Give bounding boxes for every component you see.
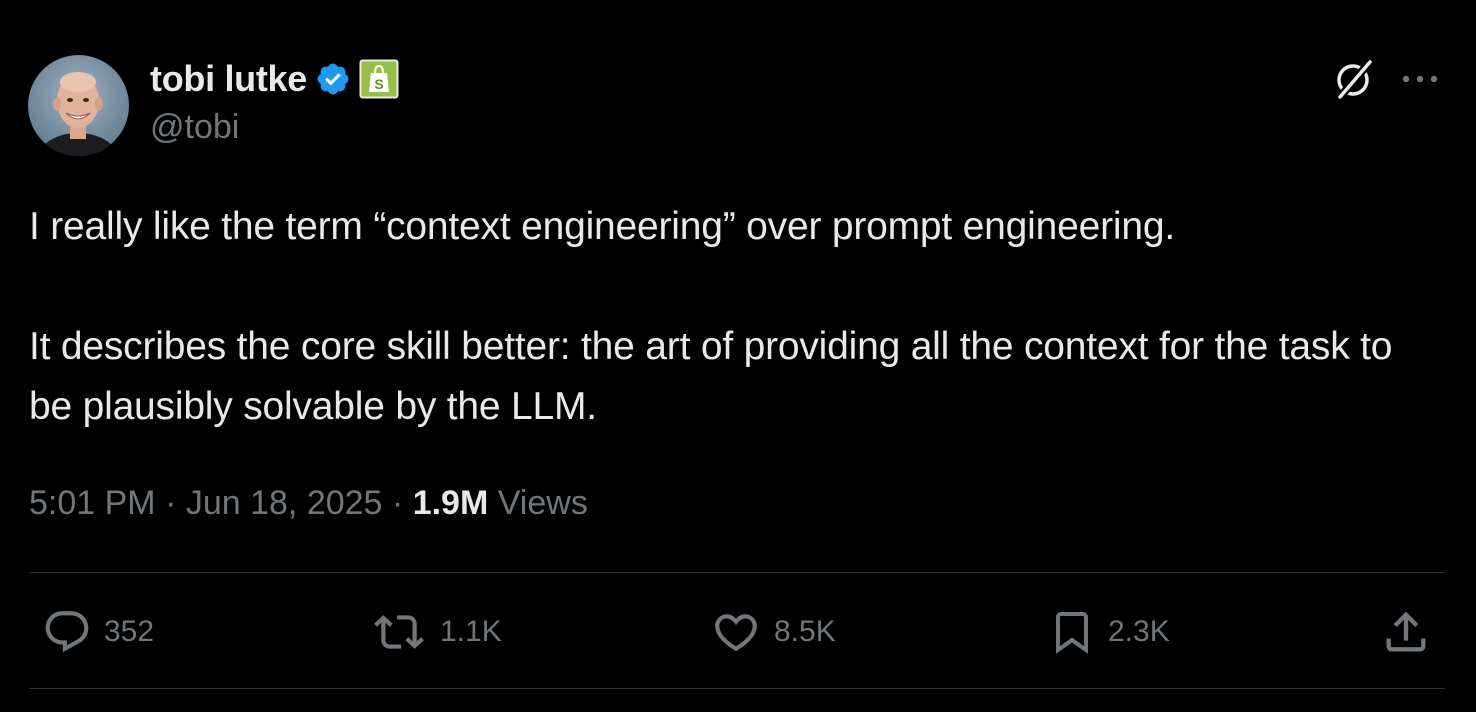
reply-count: 352 (104, 615, 155, 648)
display-name[interactable]: tobi lutke (150, 58, 307, 100)
tweet-paragraph-1: I really like the term “context engineer… (29, 205, 1175, 248)
tweet-date[interactable]: Jun 18, 2025 (186, 484, 383, 522)
author-name-row: tobi lutke S (150, 56, 399, 102)
like-count: 8.5K (774, 615, 836, 648)
share-upload-icon (1386, 611, 1426, 652)
views-label: Views (497, 484, 588, 522)
shopify-bag-icon[interactable]: S (359, 59, 399, 99)
meta-separator: · (382, 484, 413, 522)
more-dots-icon[interactable] (1398, 66, 1444, 92)
verified-badge-icon[interactable] (315, 61, 351, 97)
tweet-paragraph-2: It describes the core skill better: the … (29, 325, 1403, 428)
repost-icon (374, 615, 424, 649)
like-button[interactable]: 8.5K (710, 606, 836, 658)
heart-icon (715, 614, 757, 652)
repost-count: 1.1K (440, 615, 502, 648)
reply-icon (45, 611, 89, 653)
share-button[interactable] (1380, 606, 1432, 658)
views-count[interactable]: 1.9M (413, 484, 489, 522)
meta-separator: · (155, 484, 186, 522)
tweet-time[interactable]: 5:01 PM (29, 484, 156, 522)
bookmark-count: 2.3K (1108, 615, 1170, 648)
reply-button[interactable]: 352 (42, 606, 154, 658)
author-handle[interactable]: @tobi (150, 108, 239, 147)
bookmark-icon (1056, 612, 1088, 654)
svg-text:S: S (374, 76, 383, 92)
divider-bottom (29, 688, 1445, 689)
avatar[interactable] (28, 55, 129, 156)
bookmark-button[interactable]: 2.3K (1048, 606, 1170, 658)
grok-slash-icon[interactable] (1332, 57, 1376, 101)
tweet-meta: 5:01 PM · Jun 18, 2025 · 1.9M Views (29, 478, 588, 528)
repost-button[interactable]: 1.1K (370, 606, 502, 658)
paragraph-spacer (29, 257, 1439, 317)
tweet-text: I really like the term “context engineer… (29, 197, 1439, 437)
divider-top (29, 572, 1445, 573)
